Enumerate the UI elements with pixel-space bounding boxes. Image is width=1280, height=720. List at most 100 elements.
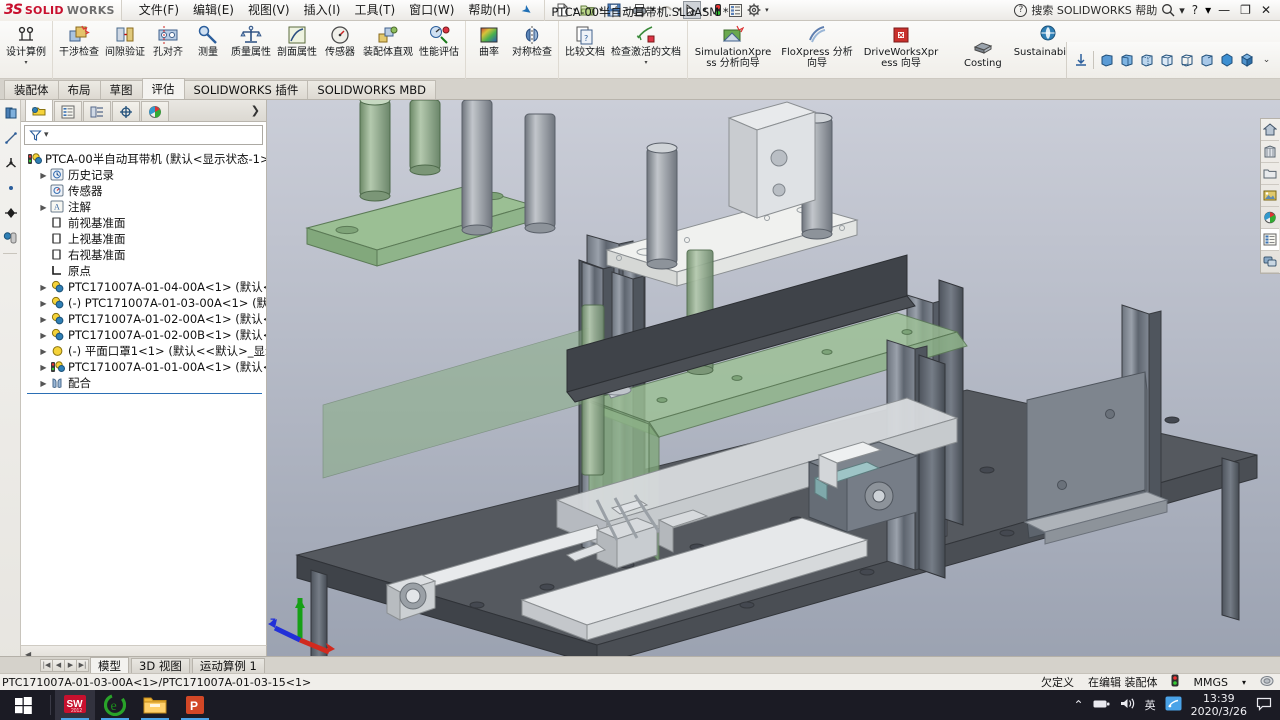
tree-item-component-1[interactable]: ▶ PTC171007A-01-04-00A<1> (默认<默认_显示: [23, 279, 266, 295]
design-library-icon[interactable]: [1261, 141, 1279, 163]
tree-item-right-plane[interactable]: 右视基准面: [23, 247, 266, 263]
new-document-caret-icon[interactable]: ▾: [571, 6, 579, 14]
component-icon[interactable]: [0, 225, 21, 250]
menu-item-file[interactable]: 文件(F): [132, 1, 186, 20]
menu-item-window[interactable]: 窗口(W): [402, 1, 461, 20]
symmetry-check-button[interactable]: 对称检查: [509, 23, 555, 59]
expand-arrow-icon[interactable]: ▶: [37, 347, 50, 356]
check-active-document-button[interactable]: 检查激活的文档 ▾: [608, 23, 684, 69]
feature-filter-bar[interactable]: ▾: [24, 125, 263, 145]
compare-documents-button[interactable]: ? 比较文档: [562, 23, 608, 59]
print-icon[interactable]: [631, 1, 649, 19]
tree-item-component-5[interactable]: ▶ (-) 平面口罩1<1> (默认<<默认>_显示状态 1>): [23, 343, 266, 359]
open-document-icon[interactable]: [579, 1, 597, 19]
ime-language-indicator[interactable]: 英: [1145, 697, 1156, 713]
tab-solidworks-mbd[interactable]: SOLIDWORKS MBD: [307, 80, 437, 99]
tree-item-mates[interactable]: ▶ 配合: [23, 375, 266, 391]
tree-item-top-plane[interactable]: 上视基准面: [23, 231, 266, 247]
property-manager-tab[interactable]: [54, 101, 82, 121]
motion-study-tab[interactable]: 运动算例 1: [191, 657, 265, 673]
expand-arrow-icon[interactable]: ▶: [37, 299, 50, 308]
isometric-view-icon[interactable]: [1237, 51, 1256, 70]
display-style-shaded-icon[interactable]: [1117, 51, 1136, 70]
tree-item-front-plane[interactable]: 前视基准面: [23, 215, 266, 231]
display-manager-tab[interactable]: [141, 101, 169, 121]
settings-gear-icon[interactable]: [745, 1, 763, 19]
view-orientation-icon[interactable]: [1071, 51, 1090, 70]
tab-solidworks-addins[interactable]: SOLIDWORKS 插件: [183, 80, 309, 99]
tab-evaluate[interactable]: 评估: [141, 78, 185, 99]
expand-arrow-icon[interactable]: ▶: [37, 331, 50, 340]
tree-item-origin[interactable]: 原点: [23, 263, 266, 279]
measure-button[interactable]: 测量: [188, 23, 228, 59]
expand-arrow-icon[interactable]: ▶: [37, 171, 50, 180]
filter-caret-icon[interactable]: ▾: [44, 130, 49, 140]
close-button[interactable]: ✕: [1258, 3, 1274, 17]
help-button[interactable]: ?: [1189, 3, 1201, 17]
sensor-button[interactable]: 传感器: [320, 23, 360, 59]
file-explorer-folder-icon[interactable]: [1261, 163, 1279, 185]
custom-properties-icon[interactable]: [1261, 229, 1279, 251]
display-style-shaded-edges-icon[interactable]: [1097, 51, 1116, 70]
tree-item-component-3[interactable]: ▶ PTC171007A-01-02-00A<1> (默认<默认_显示: [23, 311, 266, 327]
tree-item-annotations[interactable]: ▶ A 注解: [23, 199, 266, 215]
solidworks-taskbar-icon[interactable]: SW 2012: [55, 690, 95, 720]
tree-expand-chevron-icon[interactable]: ❯: [251, 104, 266, 117]
assembly-visualization-button[interactable]: 装配体直观: [360, 23, 416, 59]
restore-button[interactable]: ❐: [1237, 3, 1254, 17]
floxpress-button[interactable]: FloXpress 分析向导: [775, 23, 859, 70]
section-properties-button[interactable]: 剖面属性: [274, 23, 320, 59]
units-caret-icon[interactable]: ▾: [1242, 678, 1246, 687]
tab-assembly[interactable]: 装配体: [4, 80, 59, 99]
pin-menu-icon[interactable]: ➤: [519, 1, 535, 18]
last-tab-button[interactable]: ▶|: [76, 658, 89, 672]
reference-geometry-icon[interactable]: [0, 150, 21, 175]
line-sketch-icon[interactable]: [0, 125, 21, 150]
driveworksxpress-button[interactable]: DriveWorksXpress 向导: [859, 23, 943, 70]
design-study-button[interactable]: 设计算例 ▾: [3, 23, 49, 69]
configuration-manager-tab[interactable]: [83, 101, 111, 121]
expand-arrow-icon[interactable]: ▶: [37, 315, 50, 324]
perspective-icon[interactable]: [1217, 51, 1236, 70]
point-icon[interactable]: [0, 175, 21, 200]
menu-item-edit[interactable]: 编辑(E): [186, 1, 241, 20]
hole-alignment-button[interactable]: 孔对齐: [148, 23, 188, 59]
tree-item-component-4[interactable]: ▶ PTC171007A-01-02-00B<1> (默认<默认_显示: [23, 327, 266, 343]
feature-filter-input[interactable]: [50, 127, 262, 143]
graphics-viewport[interactable]: ▾ ▾ ▾ ▾ ▾: [267, 100, 1280, 663]
save-icon[interactable]: [605, 1, 623, 19]
costing-button[interactable]: Costing: [961, 23, 1005, 70]
tree-item-component-6[interactable]: ▶ PTC171007A-01-01-00A<1> (默认<显示状态: [23, 359, 266, 375]
simulationxpress-button[interactable]: SimulationXpress 分析向导: [691, 23, 775, 70]
menu-item-insert[interactable]: 插入(I): [297, 1, 348, 20]
3d-views-tab[interactable]: 3D 视图: [131, 657, 190, 673]
overlay-icon[interactable]: [1260, 675, 1274, 690]
menu-item-tools[interactable]: 工具(T): [347, 1, 402, 20]
check-active-document-caret-icon[interactable]: ▾: [644, 57, 647, 68]
expand-chevron-icon[interactable]: ⌄: [1257, 51, 1276, 70]
mass-properties-button[interactable]: 质量属性: [228, 23, 274, 59]
status-units[interactable]: MMGS: [1193, 676, 1228, 689]
view-palette-icon[interactable]: [1261, 185, 1279, 207]
interference-check-button[interactable]: 干涉检查: [56, 23, 102, 59]
file-explorer-taskbar-icon[interactable]: [135, 690, 175, 720]
expand-arrow-icon[interactable]: ▶: [37, 203, 50, 212]
expand-arrow-icon[interactable]: ▶: [37, 379, 50, 388]
undo-icon[interactable]: [657, 1, 675, 19]
clearance-verification-button[interactable]: 间隙验证: [102, 23, 148, 59]
performance-evaluation-button[interactable]: 性能评估: [416, 23, 462, 59]
display-style-hidden-lines-removed-icon[interactable]: [1157, 51, 1176, 70]
select-arrow-icon[interactable]: [682, 1, 701, 19]
minimize-button[interactable]: —: [1215, 3, 1233, 17]
new-document-icon[interactable]: [553, 1, 571, 19]
model-tab[interactable]: 模型: [90, 656, 129, 674]
display-style-wireframe-icon[interactable]: [1177, 51, 1196, 70]
solidworks-resources-home-icon[interactable]: [1261, 119, 1279, 141]
solidworks-forum-icon[interactable]: [1261, 251, 1279, 273]
volume-icon[interactable]: [1120, 697, 1136, 713]
powerpoint-taskbar-icon[interactable]: P: [175, 690, 215, 720]
options-list-icon[interactable]: [727, 1, 745, 19]
dimxpert-manager-tab[interactable]: [112, 101, 140, 121]
feature-manager-tab[interactable]: [25, 99, 53, 121]
rebuild-icon[interactable]: [709, 1, 727, 19]
